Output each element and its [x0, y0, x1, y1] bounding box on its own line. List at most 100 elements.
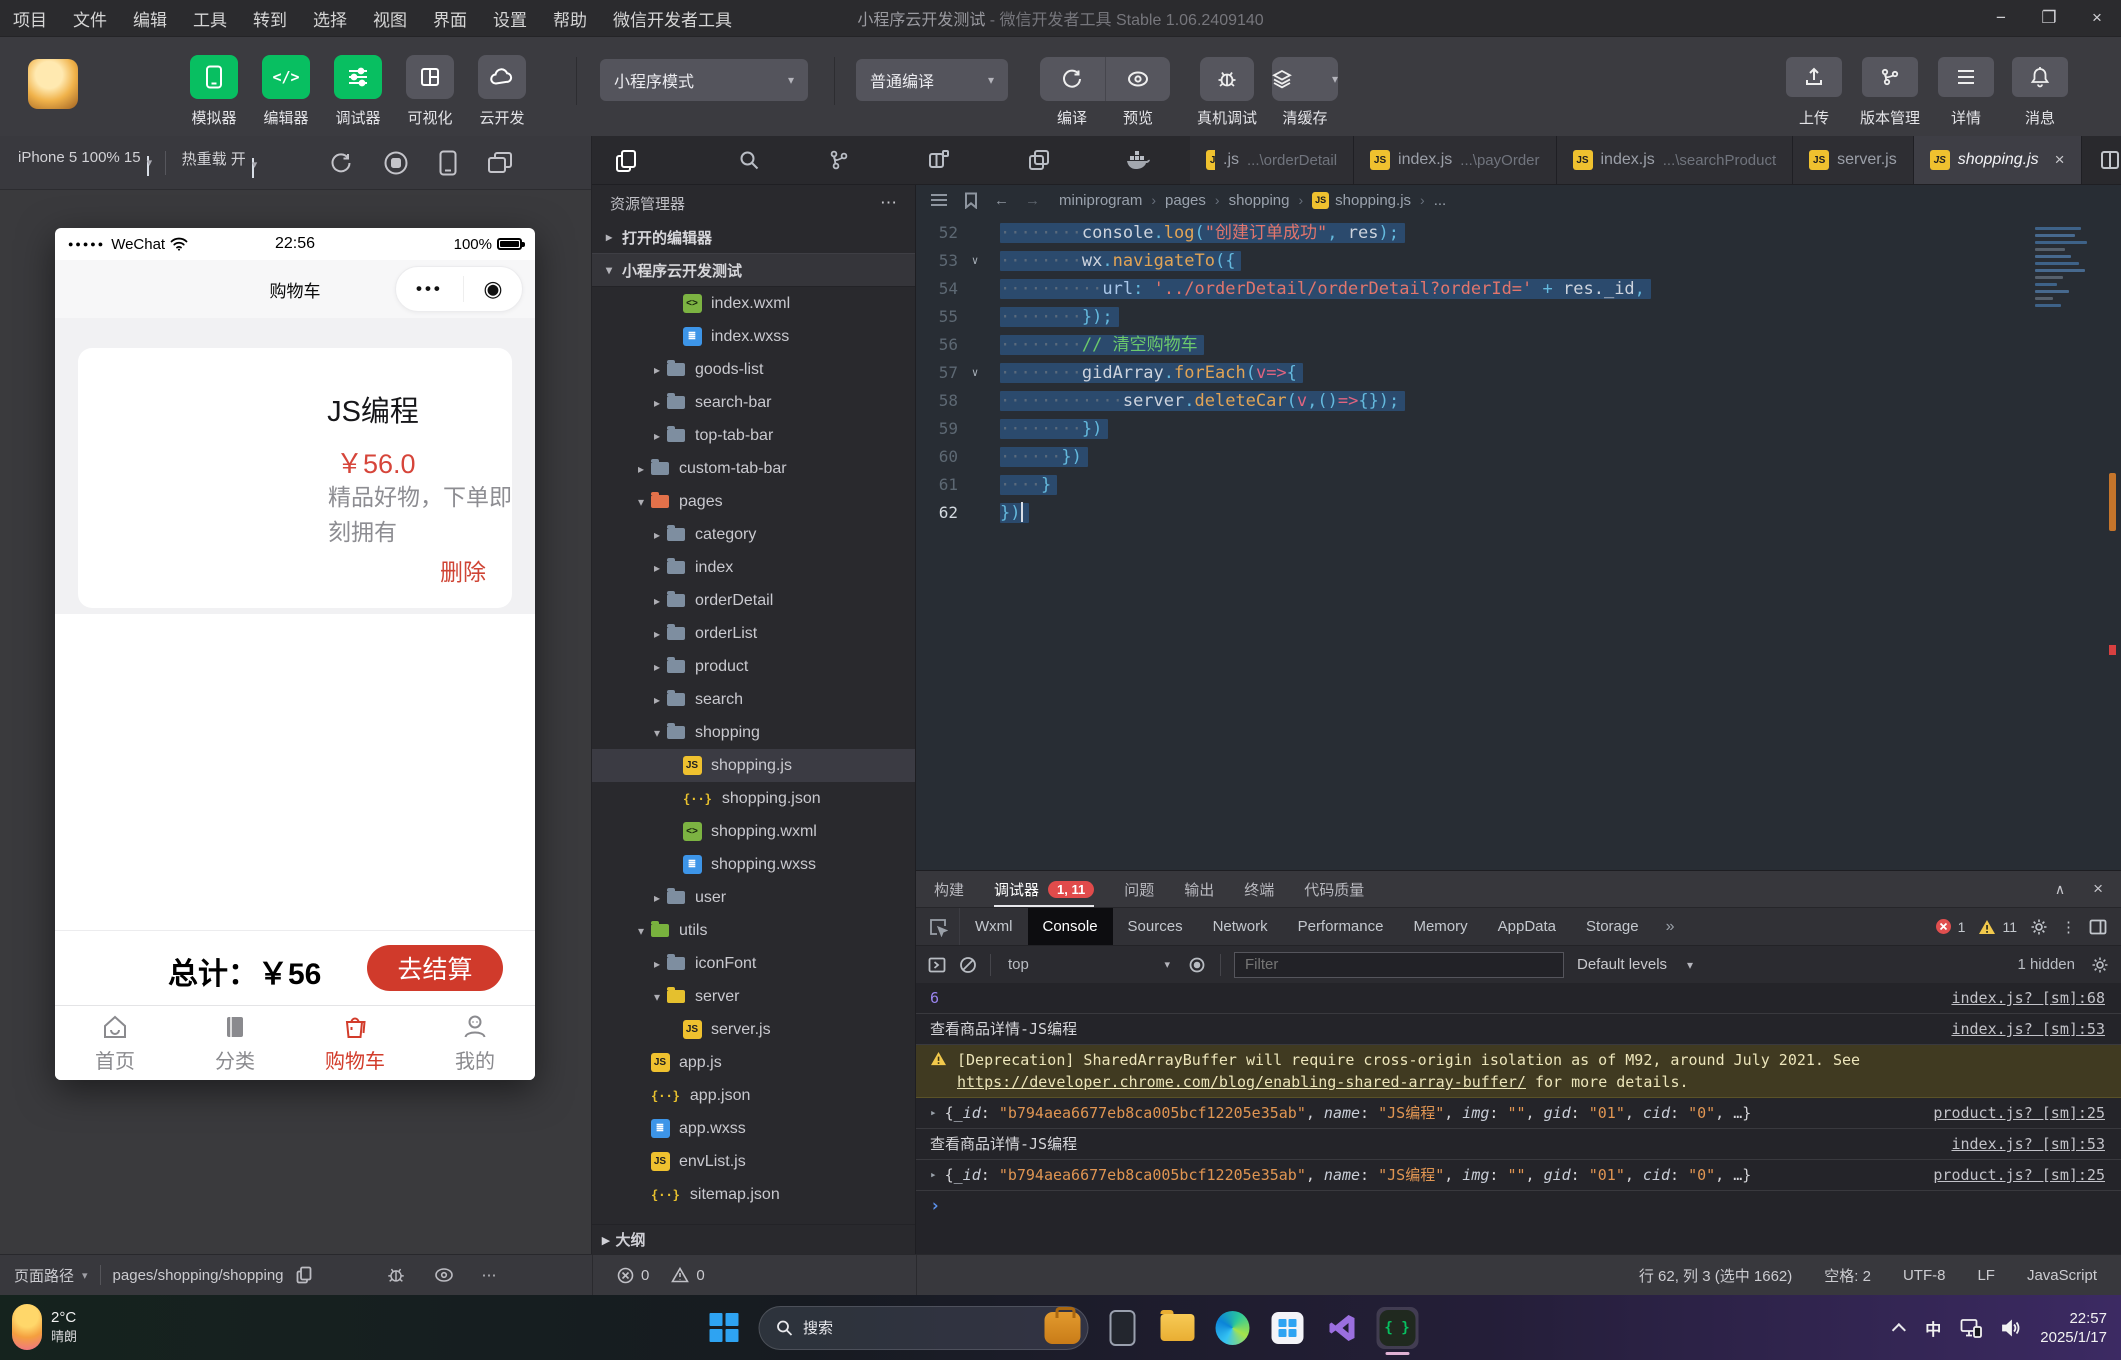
tree-item-shopping[interactable]: ▾shopping [592, 716, 915, 749]
edge-browser-app[interactable] [1211, 1307, 1253, 1349]
breadcrumb-item[interactable]: pages [1165, 192, 1206, 209]
weather-widget[interactable]: 2°C晴朗 [12, 1304, 77, 1350]
remote-debug-button[interactable] [1200, 57, 1254, 101]
debug-tab-终端[interactable]: 终端 [1244, 871, 1274, 907]
encoding[interactable]: UTF-8 [1903, 1267, 1946, 1284]
warning-count-icon[interactable] [1978, 919, 1996, 935]
details-button[interactable] [1938, 57, 1994, 97]
clear-cache-button[interactable]: ▾ [1272, 57, 1338, 101]
menubar-item-4[interactable]: 转到 [240, 6, 300, 31]
git-branch-icon[interactable] [828, 149, 850, 171]
phone-tab-profile[interactable]: 我的 [415, 1006, 535, 1080]
console-source-link[interactable]: index.js? [sm]:53 [1927, 1018, 2105, 1040]
debug-tab-代码质量[interactable]: 代码质量 [1304, 871, 1364, 907]
volume-icon[interactable] [2001, 1319, 2021, 1337]
editor-tab-.js[interactable]: JS.js...\orderDetail [1190, 136, 1354, 184]
menubar-item-1[interactable]: 文件 [60, 6, 120, 31]
menubar-item-9[interactable]: 帮助 [540, 6, 600, 31]
files-icon[interactable] [615, 149, 637, 173]
debug-tab-输出[interactable]: 输出 [1184, 871, 1214, 907]
console-source-link[interactable]: index.js? [sm]:68 [1927, 987, 2105, 1009]
tree-item-index[interactable]: ▸index [592, 551, 915, 584]
close-button[interactable]: × [2073, 0, 2121, 36]
code-area[interactable]: 52········console.log("创建订单成功", res);53∨… [916, 215, 2121, 870]
mode-select[interactable]: 小程序模式▾ [600, 59, 808, 101]
debug-tab-构建[interactable]: 构建 [934, 871, 964, 907]
visualization-button[interactable] [406, 55, 454, 99]
minimap[interactable] [2035, 223, 2097, 311]
log-levels-select[interactable]: Default levels▾ [1577, 956, 1693, 973]
phone-link-app[interactable] [1101, 1307, 1143, 1349]
compile-select[interactable]: 普通编译▾ [856, 59, 1008, 101]
devtools-tab-Storage[interactable]: Storage [1571, 908, 1654, 945]
line-number[interactable]: 55 [916, 303, 964, 331]
more-actions-icon[interactable]: ⋯ [880, 193, 897, 213]
checkout-button[interactable]: 去结算 [367, 945, 503, 991]
console-prompt[interactable]: › [916, 1191, 2121, 1221]
line-number[interactable]: 58 [916, 387, 964, 415]
preview-button[interactable] [1105, 57, 1171, 101]
minimize-button[interactable]: − [1977, 0, 2025, 36]
back-icon[interactable]: ← [994, 192, 1009, 209]
line-number[interactable]: 56 [916, 331, 964, 359]
fold-chevron-icon[interactable]: ∨ [964, 247, 986, 275]
console-source-link[interactable]: product.js? [sm]:25 [1909, 1164, 2105, 1186]
expand-icon[interactable]: ▸ [930, 1164, 937, 1186]
tree-item-product[interactable]: ▸product [592, 650, 915, 683]
restart-icon[interactable] [329, 151, 353, 175]
menubar-item-8[interactable]: 设置 [480, 6, 540, 31]
tray-expand-icon[interactable] [1892, 1323, 1906, 1337]
status-problems[interactable]: 0 0 [592, 1255, 916, 1295]
console-source-link[interactable]: product.js? [sm]:25 [1909, 1102, 2105, 1124]
console-sidebar-icon[interactable] [928, 957, 946, 973]
tree-item-sitemap.json[interactable]: {··}sitemap.json [592, 1178, 915, 1211]
tree-item-app.wxss[interactable]: ≣app.wxss [592, 1112, 915, 1145]
tree-item-iconFont[interactable]: ▸iconFont [592, 947, 915, 980]
tree-item-search-bar[interactable]: ▸search-bar [592, 386, 915, 419]
line-number[interactable]: 52 [916, 219, 964, 247]
page-path-label[interactable]: 页面路径 [14, 1265, 74, 1286]
taskbar-search[interactable]: 搜索 [758, 1306, 1088, 1350]
device-frame-icon[interactable] [439, 150, 457, 176]
line-number[interactable]: 61 [916, 471, 964, 499]
tree-item-index.wxss[interactable]: ≣index.wxss [592, 320, 915, 353]
delete-button[interactable]: 删除 [440, 553, 486, 587]
line-number[interactable]: 60 [916, 443, 964, 471]
language-mode[interactable]: JavaScript [2027, 1267, 2097, 1284]
more-tabs-icon[interactable]: » [1654, 908, 1687, 945]
docker-icon[interactable] [1125, 149, 1151, 171]
inspect-element-icon[interactable] [916, 908, 960, 945]
editor-tab-server.js[interactable]: JSserver.js [1793, 136, 1914, 184]
tree-item-server[interactable]: ▾server [592, 980, 915, 1013]
editor-button[interactable]: </> [262, 55, 310, 99]
search-icon[interactable] [738, 149, 760, 171]
line-number[interactable]: 57 [916, 359, 964, 387]
clear-console-icon[interactable] [959, 956, 977, 974]
tree-item-search[interactable]: ▸search [592, 683, 915, 716]
debug-tab-问题[interactable]: 问题 [1124, 871, 1154, 907]
fold-chevron-icon[interactable]: ∨ [964, 359, 986, 387]
line-number[interactable]: 53 [916, 247, 964, 275]
compile-button[interactable] [1040, 57, 1105, 101]
close-capsule-icon[interactable]: ◉ [464, 278, 522, 300]
settings-gear-icon[interactable] [2030, 918, 2048, 936]
devtools-tab-AppData[interactable]: AppData [1483, 908, 1571, 945]
phone-tab-home[interactable]: 首页 [55, 1006, 175, 1080]
network-icon[interactable] [1960, 1318, 1982, 1338]
tree-item-top-tab-bar[interactable]: ▸top-tab-bar [592, 419, 915, 452]
menubar-item-6[interactable]: 视图 [360, 6, 420, 31]
menubar-item-7[interactable]: 界面 [420, 6, 480, 31]
error-count-icon[interactable] [1935, 918, 1952, 935]
multi-window-icon[interactable] [487, 151, 513, 175]
ime-indicator[interactable]: 中 [1925, 1316, 1941, 1340]
close-panel-icon[interactable]: × [2093, 879, 2103, 899]
editor-tab-shopping.js[interactable]: JSshopping.js× [1914, 136, 2082, 184]
line-number[interactable]: 62 [916, 499, 964, 527]
breadcrumb-item[interactable]: miniprogram [1059, 192, 1142, 209]
tree-item-pages[interactable]: ▾pages [592, 485, 915, 518]
start-button[interactable] [703, 1307, 745, 1349]
visual-studio-app[interactable] [1321, 1307, 1363, 1349]
editor-tab-index.js[interactable]: JSindex.js...\payOrder [1354, 136, 1556, 184]
collapse-panel-icon[interactable]: ∧ [2055, 881, 2065, 898]
devtools-tab-Network[interactable]: Network [1198, 908, 1283, 945]
